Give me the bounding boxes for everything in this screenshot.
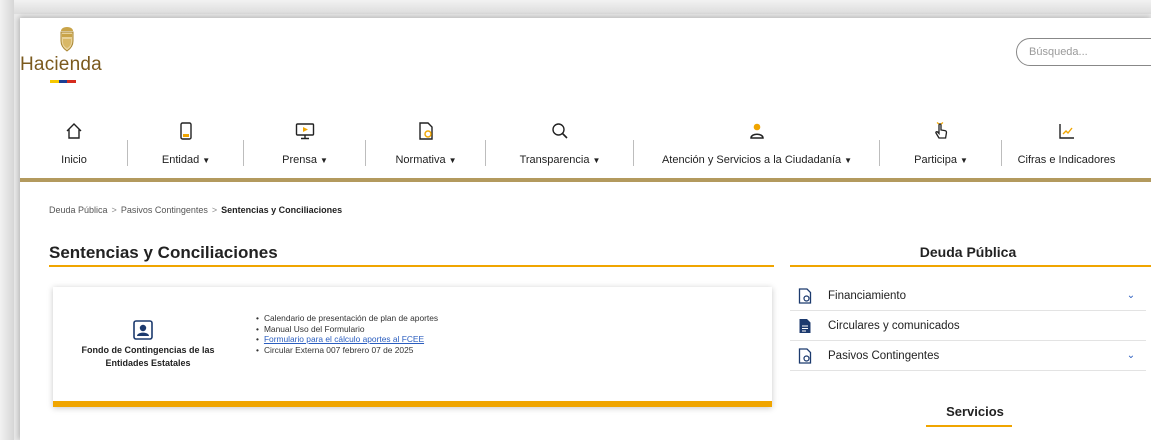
list-item-link[interactable]: Formulario para el cálculo aportes al FC… [256, 334, 438, 345]
nav-item-cifras[interactable]: Cifras e Indicadores [1002, 112, 1131, 178]
sidebar-title: Deuda Pública [919, 244, 1017, 260]
sidebar-item-circulares[interactable]: Circulares y comunicados [790, 311, 1146, 341]
chevron-down-icon[interactable]: ⌄ [1116, 350, 1146, 361]
nav-item-entidad[interactable]: Entidad ▼ [128, 112, 244, 178]
nav-label: Entidad ▼ [161, 154, 211, 166]
nav-label: Prensa ▼ [282, 154, 328, 166]
nav-item-participa[interactable]: Participa ▼ [880, 112, 1002, 178]
breadcrumb: Deuda Pública > Pasivos Contingentes > Sente… [49, 205, 342, 215]
breadcrumb-item-pasivos[interactable]: Pasivos Contingentes [121, 205, 208, 215]
nav-label: Inicio [61, 154, 87, 166]
fund-card: Fondo de Contingencias de las Entidades … [53, 287, 772, 407]
nav-item-normativa[interactable]: Normativa ▼ [366, 112, 486, 178]
chevron-down-icon[interactable]: ⌄ [1116, 290, 1146, 301]
list-item[interactable]: Calendario de presentación de plan de ap… [256, 313, 438, 324]
sidebar-item-label: Financiamiento [828, 289, 906, 302]
coat-of-arms-icon [60, 27, 74, 52]
document-icon [419, 122, 433, 140]
search-icon [552, 123, 568, 139]
page-frame: Hacienda Búsqueda... Inicio Entidad ▼ Pre… [20, 18, 1151, 440]
nav-label: Transparencia ▼ [519, 154, 601, 166]
card-links-list: Calendario de presentación de plan de ap… [256, 313, 438, 355]
nav-label: Participa ▼ [914, 154, 968, 166]
person-icon [750, 123, 764, 139]
sidebar-title-underline [790, 265, 1151, 267]
page-title: Sentencias y Conciliaciones [49, 243, 278, 262]
home-icon [66, 123, 82, 139]
nav-label: Cifras e Indicadores [1017, 154, 1116, 166]
user-badge-icon [133, 320, 153, 340]
hacienda-logo[interactable]: Hacienda [20, 24, 130, 86]
list-item[interactable]: Circular Externa 007 febrero 07 de 2025 [256, 345, 438, 356]
breadcrumb-separator: > [211, 205, 218, 215]
nav-item-atencion[interactable]: Atención y Servicios a la Ciudadanía ▼ [634, 112, 880, 178]
nav-label: Atención y Servicios a la Ciudadanía ▼ [661, 154, 853, 166]
window-left-edge [0, 0, 14, 440]
sidebar-item-pasivos[interactable]: Pasivos Contingentes ⌄ [790, 341, 1146, 371]
services-underline [926, 425, 1012, 427]
card-title: Fondo de Contingencias de las Entidades … [81, 345, 215, 368]
nav-item-inicio[interactable]: Inicio [20, 112, 128, 178]
logo-text: Hacienda [20, 54, 102, 75]
hand-pointer-icon [935, 122, 948, 139]
phone-icon [180, 122, 192, 140]
breadcrumb-item-deuda[interactable]: Deuda Pública [49, 205, 108, 215]
chart-icon [1058, 124, 1074, 139]
nav-item-transparencia[interactable]: Transparencia ▼ [486, 112, 634, 178]
sidebar-item-financiamiento[interactable]: Financiamiento ⌄ [790, 281, 1146, 311]
card-accent-bar [53, 401, 772, 407]
nav-item-prensa[interactable]: Prensa ▼ [244, 112, 366, 178]
title-underline [49, 265, 774, 267]
flag-stripe [50, 80, 77, 83]
list-item[interactable]: Manual Uso del Formulario [256, 324, 438, 335]
main-nav: Inicio Entidad ▼ Prensa ▼ Normativa ▼ Tr… [20, 112, 1151, 182]
sidebar-item-label: Circulares y comunicados [828, 319, 960, 332]
doc-filled-icon [799, 318, 811, 333]
breadcrumb-separator: > [111, 205, 117, 215]
breadcrumb-current: Sentencias y Conciliaciones [221, 205, 343, 215]
nav-label: Normativa ▼ [395, 154, 457, 166]
window-top-edge [0, 0, 1151, 14]
services-title: Servicios [946, 404, 1004, 419]
play-screen-icon [295, 123, 315, 140]
doc-gear-icon [798, 287, 812, 304]
search-input[interactable]: Búsqueda... [1016, 38, 1151, 66]
doc-gear-icon [798, 347, 812, 364]
sidebar-item-label: Pasivos Contingentes [828, 349, 940, 362]
